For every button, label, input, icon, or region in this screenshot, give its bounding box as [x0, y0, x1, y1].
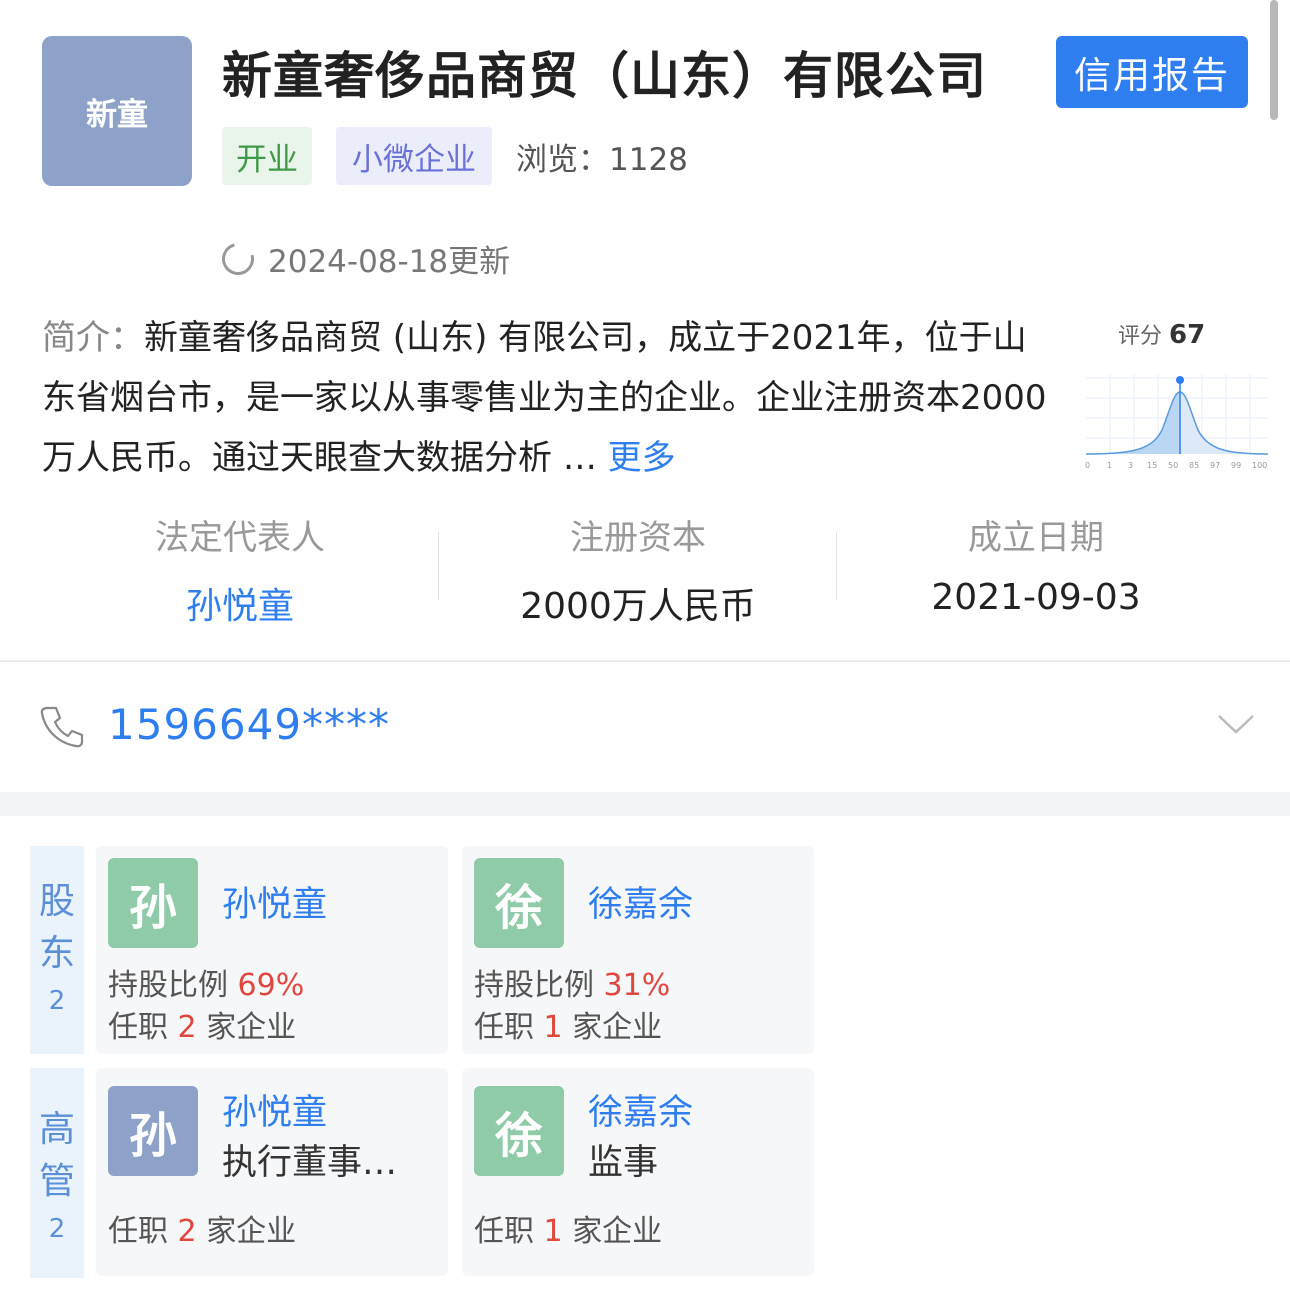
company-logo: 新童 — [42, 36, 192, 186]
phone-number-link[interactable]: 1596649**** — [108, 700, 390, 749]
score-distribution-chart[interactable]: 0 1 3 15 50 85 97 99 100 — [1082, 370, 1272, 474]
company-name: 新童奢侈品商贸（山东）有限公司 — [222, 47, 987, 105]
views-label: 浏览： — [516, 142, 609, 178]
score-marker-pin — [1176, 376, 1184, 384]
shareholders-section-tab[interactable]: 股 东 2 — [30, 846, 84, 1054]
positions-value: 2 — [177, 1214, 197, 1249]
share-ratio-label: 持股比例 — [474, 968, 594, 1003]
reg-capital-label: 注册资本 — [570, 518, 706, 558]
update-text: 2024-08-18更新 — [268, 244, 511, 280]
views-value: 1128 — [609, 142, 688, 178]
update-info: 2024-08-18更新 — [216, 236, 511, 281]
share-ratio-label: 持股比例 — [108, 968, 228, 1003]
divider — [0, 660, 1290, 662]
founded-label: 成立日期 — [968, 518, 1104, 558]
executives-section-tab[interactable]: 高 管 2 — [30, 1068, 84, 1278]
avatar: 徐 — [474, 858, 564, 948]
executives-label-char: 管 — [38, 1161, 75, 1202]
score-tick: 15 — [1147, 461, 1157, 470]
score-label: 评分 67 — [1118, 318, 1205, 350]
positions-count: 任职 1 家企业 — [474, 1002, 662, 1046]
executive-name[interactable]: 孙悦童 — [222, 1084, 327, 1135]
legal-rep-link[interactable]: 孙悦童 — [40, 577, 440, 629]
credit-report-button[interactable]: 信用报告 — [1056, 36, 1248, 108]
score-curve-left — [1086, 392, 1180, 454]
intro-text: 新童奢侈品商贸 (山东) 有限公司，成立于2021年，位于山东省烟台市，是一家以… — [42, 318, 1047, 478]
company-profile-page: 新童 新童奢侈品商贸（山东）有限公司 信用报告 开业 小微企业 浏览：1128 … — [0, 0, 1290, 1292]
founded-value: 2021-09-03 — [931, 577, 1141, 618]
legal-rep-info: 法定代表人 孙悦童 — [40, 510, 440, 629]
score-tick: 50 — [1168, 461, 1178, 470]
share-ratio-value: 31% — [603, 968, 671, 1003]
scrollbar[interactable] — [1270, 0, 1278, 120]
intro-label: 简介： — [42, 318, 144, 358]
score-tick: 97 — [1210, 461, 1220, 470]
chevron-down-icon[interactable] — [1216, 708, 1256, 738]
positions-prefix: 任职 — [108, 1214, 168, 1249]
score-tick: 99 — [1231, 461, 1241, 470]
shareholder-card[interactable]: 孙 孙悦童 持股比例 69% 任职 2 家企业 — [96, 846, 448, 1054]
executives-count: 2 — [48, 1214, 66, 1244]
positions-suffix: 家企业 — [572, 1214, 663, 1249]
avatar: 孙 — [108, 1086, 198, 1176]
executive-card[interactable]: 孙 孙悦童 执行董事… 任职 2 家企业 — [96, 1068, 448, 1276]
positions-prefix: 任职 — [108, 1010, 168, 1045]
positions-value: 1 — [543, 1010, 563, 1045]
share-ratio-value: 69% — [237, 968, 305, 1003]
positions-count: 任职 2 家企业 — [108, 1002, 296, 1046]
avatar: 孙 — [108, 858, 198, 948]
status-badge: 开业 — [222, 127, 312, 185]
score-curve-right — [1180, 392, 1268, 454]
legal-rep-label: 法定代表人 — [155, 518, 325, 558]
executives-label-char: 高 — [38, 1109, 75, 1150]
positions-count: 任职 1 家企业 — [474, 1206, 662, 1250]
score-chart-ticks: 0 1 3 15 50 85 97 99 100 — [1085, 461, 1267, 470]
intro-more-link[interactable]: 更多 — [608, 438, 676, 478]
shareholders-count: 2 — [48, 986, 66, 1016]
shareholder-name[interactable]: 徐嘉余 — [588, 876, 693, 927]
score-value: 67 — [1169, 320, 1206, 350]
shareholder-name[interactable]: 孙悦童 — [222, 876, 327, 927]
share-ratio: 持股比例 69% — [108, 960, 304, 1004]
executive-name[interactable]: 徐嘉余 — [588, 1084, 693, 1135]
executive-card[interactable]: 徐 徐嘉余 监事 任职 1 家企业 — [462, 1068, 814, 1276]
positions-prefix: 任职 — [474, 1214, 534, 1249]
score-tick: 0 — [1085, 461, 1090, 470]
founded-info: 成立日期 2021-09-03 — [836, 510, 1236, 618]
positions-value: 2 — [177, 1010, 197, 1045]
phone-icon — [40, 706, 84, 748]
score-tick: 3 — [1128, 461, 1133, 470]
positions-suffix: 家企业 — [206, 1214, 297, 1249]
shareholders-label-char: 股 — [38, 881, 75, 922]
positions-prefix: 任职 — [474, 1010, 534, 1045]
executive-role: 监事 — [588, 1143, 659, 1183]
views-count: 浏览：1128 — [516, 134, 688, 179]
score-tick: 85 — [1189, 461, 1199, 470]
reg-capital-info: 注册资本 2000万人民币 — [438, 510, 838, 629]
share-ratio: 持股比例 31% — [474, 960, 670, 1004]
company-intro: 简介：新童奢侈品商贸 (山东) 有限公司，成立于2021年，位于山东省烟台市，是… — [42, 308, 1052, 488]
score-tick: 100 — [1252, 461, 1267, 470]
score-tick: 1 — [1107, 461, 1112, 470]
shareholders-label-char: 东 — [38, 933, 75, 974]
avatar: 徐 — [474, 1086, 564, 1176]
shareholder-card[interactable]: 徐 徐嘉余 持股比例 31% 任职 1 家企业 — [462, 846, 814, 1054]
intro-ellipsis: … — [562, 438, 597, 478]
size-badge: 小微企业 — [336, 127, 492, 185]
positions-count: 任职 2 家企业 — [108, 1206, 296, 1250]
executive-role: 执行董事… — [222, 1143, 398, 1183]
positions-suffix: 家企业 — [572, 1010, 663, 1045]
section-separator — [0, 792, 1290, 816]
positions-value: 1 — [543, 1214, 563, 1249]
score-label-text: 评分 — [1118, 324, 1163, 349]
refresh-icon — [216, 236, 260, 281]
positions-suffix: 家企业 — [206, 1010, 297, 1045]
reg-capital-value: 2000万人民币 — [520, 586, 756, 627]
